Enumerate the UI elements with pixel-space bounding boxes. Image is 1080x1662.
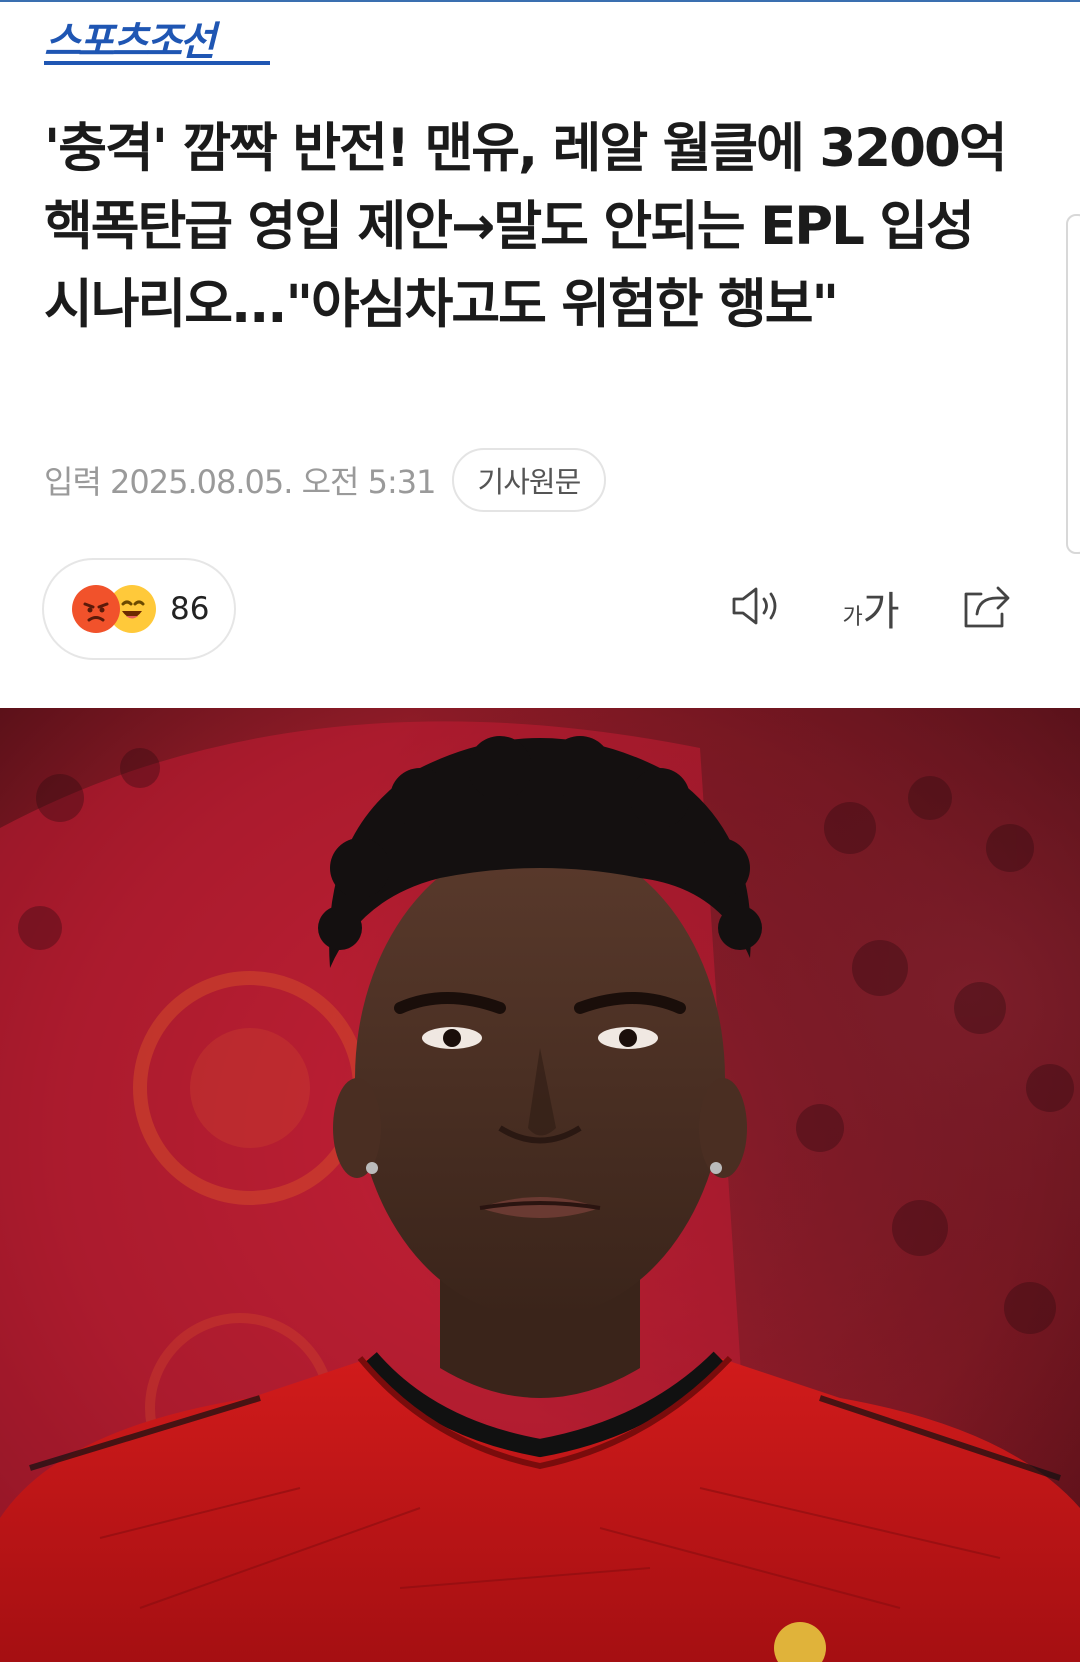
- brand-logo-underline: [44, 61, 270, 65]
- article-headline: '충격' 깜짝 반전! 맨유, 레알 월클에 3200억 핵폭탄급 영입 제안→…: [44, 118, 1008, 335]
- share-icon: [959, 580, 1015, 636]
- font-size-button[interactable]: 가 가: [836, 578, 906, 638]
- byline: 입력 2025.08.05. 오전 5:31 기사원문: [44, 448, 607, 512]
- font-size-large-label: 가: [862, 589, 900, 635]
- published-date: 입력 2025.08.05. 오전 5:31: [44, 463, 437, 501]
- football-player-photo: [0, 708, 1080, 1662]
- top-rule: [0, 0, 1080, 2]
- share-button[interactable]: [958, 578, 1016, 638]
- scroll-indicator[interactable]: [1066, 214, 1080, 554]
- reaction-count: 86: [170, 591, 210, 627]
- font-size-small-label: 가: [842, 605, 863, 630]
- article-page: 스포츠조선 '충격' 깜짝 반전! 맨유, 레알 월클에 3200억 핵폭탄급 …: [0, 0, 1080, 1662]
- brand-logo[interactable]: 스포츠조선: [44, 22, 216, 62]
- reaction-button[interactable]: 86: [42, 558, 236, 660]
- hero-image[interactable]: [0, 708, 1080, 1662]
- listen-button[interactable]: [726, 578, 788, 638]
- original-article-button[interactable]: 기사원문: [451, 448, 607, 512]
- angry-face-icon: [72, 585, 120, 633]
- speaker-icon: [728, 582, 786, 634]
